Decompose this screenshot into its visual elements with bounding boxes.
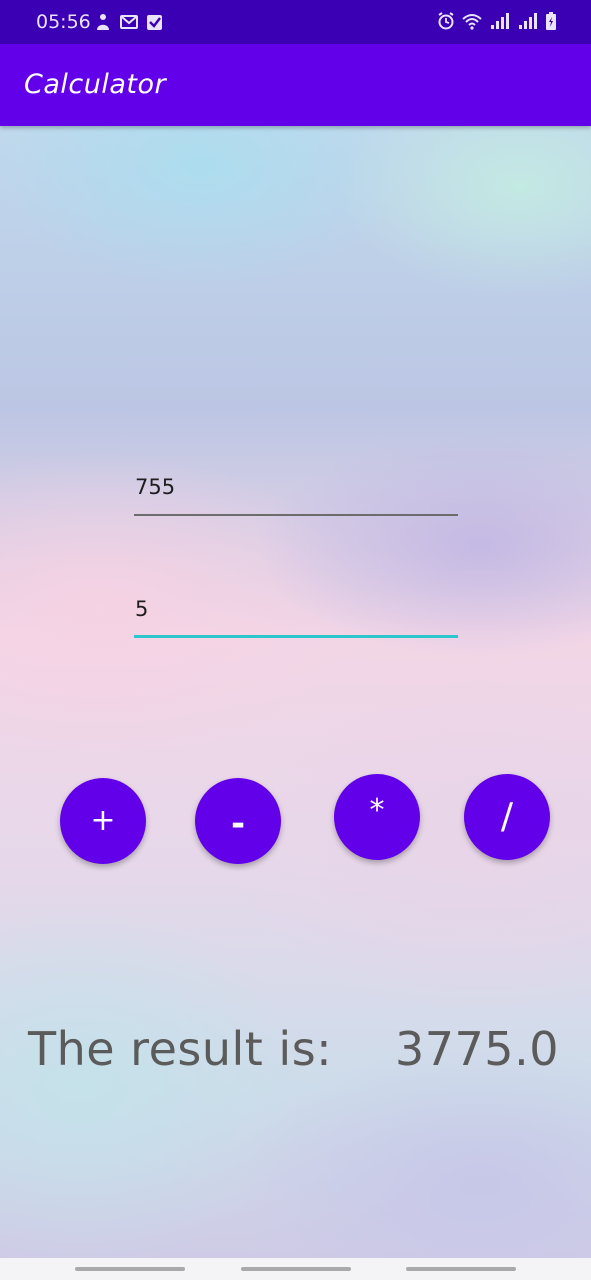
status-left-icons: [94, 12, 164, 32]
check-box-icon: [147, 15, 162, 30]
alarm-icon: [438, 12, 454, 30]
status-right-icons: [437, 11, 557, 31]
nav-back-handle[interactable]: [406, 1267, 516, 1271]
notification-person-icon: [97, 14, 109, 30]
navigation-bar: [0, 1258, 591, 1280]
battery-charging-icon: [546, 12, 556, 30]
nav-home-handle[interactable]: [241, 1267, 351, 1271]
add-button-label: +: [90, 803, 116, 838]
wifi-icon: [462, 14, 482, 30]
signal-icon: [491, 13, 509, 29]
subtract-button-label: -: [230, 804, 246, 844]
second-number-input[interactable]: [134, 588, 458, 638]
multiply-button-label: *: [369, 793, 385, 828]
divide-button[interactable]: /: [464, 774, 550, 860]
add-button[interactable]: +: [60, 778, 146, 864]
app-bar: Calculator: [0, 44, 591, 126]
divide-button-label: /: [500, 796, 514, 837]
status-bar: 05:56: [0, 0, 591, 44]
nav-recents-handle[interactable]: [75, 1267, 185, 1271]
multiply-button[interactable]: *: [334, 774, 420, 860]
gmail-icon: [120, 15, 138, 29]
app-title: Calculator: [24, 69, 167, 100]
signal-icon: [519, 13, 537, 29]
subtract-button[interactable]: -: [195, 778, 281, 864]
calculator-content: + - * / The result is: 3775.0: [0, 126, 591, 1258]
result-label: The result is:: [28, 1022, 333, 1076]
first-number-input[interactable]: [134, 466, 458, 516]
status-time: 05:56: [36, 11, 91, 33]
result-value: 3775.0: [395, 1022, 559, 1076]
